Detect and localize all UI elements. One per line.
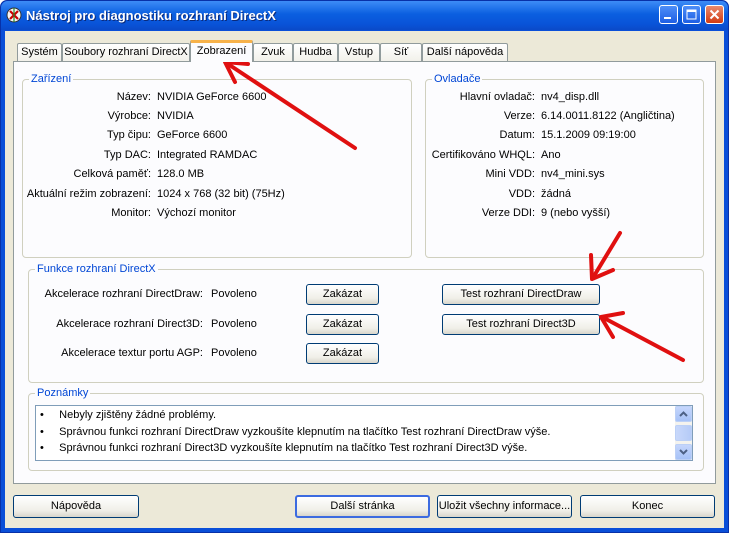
driver-version-label: Verze: bbox=[503, 110, 535, 122]
next-page-button[interactable]: Další stránka bbox=[295, 495, 430, 518]
disable-direct3d-button[interactable]: Zakázat bbox=[306, 314, 379, 335]
main-driver-label: Hlavní ovladač: bbox=[459, 91, 535, 103]
dxdiag-window: Nástroj pro diagnostiku rozhraní DirectX… bbox=[0, 0, 729, 533]
driver-row-mini-vdd: Mini VDD: nv4_mini.sys bbox=[426, 168, 703, 184]
tab-input[interactable]: Vstup bbox=[338, 43, 380, 61]
device-group: Zařízení Název: NVIDIA GeForce 6600 Výro… bbox=[22, 73, 412, 258]
note-text: Správnou funkci rozhraní DirectDraw vyzk… bbox=[59, 426, 551, 438]
driver-row-ddi: Verze DDI: 9 (nebo vyšší) bbox=[426, 207, 703, 223]
note-item: • Nebyly zjištěny žádné problémy. bbox=[40, 409, 217, 421]
manufacturer-label: Výrobce: bbox=[107, 110, 151, 122]
device-name-label: Název: bbox=[116, 91, 151, 103]
device-row-monitor: Monitor: Výchozí monitor bbox=[23, 207, 411, 223]
note-item: • Správnou funkci rozhraní Direct3D vyzk… bbox=[40, 442, 528, 454]
scroll-thumb[interactable] bbox=[675, 425, 692, 441]
display-mode-value: 1024 x 768 (32 bit) (75Hz) bbox=[157, 188, 285, 200]
disable-directdraw-button[interactable]: Zakázat bbox=[306, 284, 379, 305]
chevron-down-icon bbox=[679, 449, 688, 455]
monitor-label: Monitor: bbox=[111, 207, 151, 219]
chip-type-value: GeForce 6600 bbox=[157, 129, 228, 141]
vdd-value: žádná bbox=[541, 188, 571, 200]
tab-display[interactable]: Zobrazení bbox=[190, 40, 253, 62]
tab-system[interactable]: Systém bbox=[17, 43, 62, 61]
tab-network[interactable]: Síť bbox=[380, 43, 422, 61]
directdraw-accel-label: Akcelerace rozhraní DirectDraw: bbox=[44, 288, 203, 300]
minimize-button[interactable] bbox=[659, 5, 678, 24]
main-driver-value: nv4_disp.dll bbox=[541, 91, 600, 103]
monitor-value: Výchozí monitor bbox=[157, 207, 236, 219]
manufacturer-value: NVIDIA bbox=[157, 110, 194, 122]
test-directdraw-button[interactable]: Test rozhraní DirectDraw bbox=[442, 284, 600, 305]
display-mode-label: Aktuální režim zobrazení: bbox=[26, 188, 151, 200]
disable-agp-texture-button[interactable]: Zakázat bbox=[306, 343, 379, 364]
whql-label: Certifikováno WHQL: bbox=[431, 149, 535, 161]
tab-more-help[interactable]: Další nápověda bbox=[422, 43, 508, 61]
device-name-value: NVIDIA GeForce 6600 bbox=[157, 91, 267, 103]
drivers-group: Ovladače Hlavní ovladač: nv4_disp.dll Ve… bbox=[425, 73, 704, 258]
device-row-chip-type: Typ čipu: GeForce 6600 bbox=[23, 129, 411, 145]
dac-type-label: Typ DAC: bbox=[103, 149, 151, 161]
device-row-dac-type: Typ DAC: Integrated RAMDAC bbox=[23, 149, 411, 165]
save-all-information-button[interactable]: Uložit všechny informace... bbox=[437, 495, 572, 518]
direct3d-accel-value: Povoleno bbox=[211, 318, 257, 330]
close-icon bbox=[709, 9, 720, 20]
directx-features-group: Funkce rozhraní DirectX Akcelerace rozhr… bbox=[28, 263, 704, 383]
directdraw-accel-value: Povoleno bbox=[211, 288, 257, 300]
whql-value: Ano bbox=[541, 149, 561, 161]
driver-version-value: 6.14.0011.8122 (Angličtina) bbox=[541, 110, 675, 122]
note-text: Nebyly zjištěny žádné problémy. bbox=[59, 409, 217, 421]
maximize-icon bbox=[686, 9, 697, 20]
help-button[interactable]: Nápověda bbox=[13, 495, 139, 518]
driver-row-whql: Certifikováno WHQL: Ano bbox=[426, 149, 703, 165]
vdd-label: VDD: bbox=[508, 188, 535, 200]
notes-group: Poznámky • Nebyly zjištěny žádné problém… bbox=[28, 387, 704, 471]
device-row-manufacturer: Výrobce: NVIDIA bbox=[23, 110, 411, 126]
notes-list[interactable]: • Nebyly zjištěny žádné problémy. • Sprá… bbox=[35, 405, 693, 461]
tab-sound[interactable]: Zvuk bbox=[253, 43, 293, 61]
mini-vdd-value: nv4_mini.sys bbox=[541, 168, 605, 180]
driver-row-vdd: VDD: žádná bbox=[426, 188, 703, 204]
driver-date-label: Datum: bbox=[499, 129, 535, 141]
notes-group-title: Poznámky bbox=[35, 387, 91, 399]
device-group-title: Zařízení bbox=[29, 73, 74, 85]
driver-row-version: Verze: 6.14.0011.8122 (Angličtina) bbox=[426, 110, 703, 126]
driver-row-date: Datum: 15.1.2009 09:19:00 bbox=[426, 129, 703, 145]
tab-directx-files[interactable]: Soubory rozhraní DirectX bbox=[62, 43, 190, 61]
device-row-name: Název: NVIDIA GeForce 6600 bbox=[23, 91, 411, 107]
features-group-title: Funkce rozhraní DirectX bbox=[35, 263, 158, 275]
ddi-version-label: Verze DDI: bbox=[481, 207, 535, 219]
window-client-area: Systém Soubory rozhraní DirectX Zobrazen… bbox=[5, 31, 724, 528]
exit-button[interactable]: Konec bbox=[580, 495, 715, 518]
memory-label: Celková paměť: bbox=[73, 168, 152, 180]
title-bar[interactable]: Nástroj pro diagnostiku rozhraní DirectX bbox=[1, 1, 728, 30]
minimize-icon bbox=[664, 17, 671, 19]
dxdiag-app-icon bbox=[6, 7, 22, 23]
display-tab-panel: Zařízení Název: NVIDIA GeForce 6600 Výro… bbox=[13, 61, 716, 484]
agp-texture-accel-value: Povoleno bbox=[211, 347, 257, 359]
note-text: Správnou funkci rozhraní Direct3D vyzkou… bbox=[59, 442, 528, 454]
chip-type-label: Typ čipu: bbox=[106, 129, 151, 141]
note-item: • Správnou funkci rozhraní DirectDraw vy… bbox=[40, 426, 551, 438]
chevron-up-icon bbox=[679, 411, 688, 417]
device-row-memory: Celková paměť: 128.0 MB bbox=[23, 168, 411, 184]
dac-type-value: Integrated RAMDAC bbox=[157, 149, 258, 161]
driver-date-value: 15.1.2009 09:19:00 bbox=[541, 129, 636, 141]
scroll-down-button[interactable] bbox=[675, 444, 692, 460]
window-title: Nástroj pro diagnostiku rozhraní DirectX bbox=[26, 8, 276, 23]
close-button[interactable] bbox=[705, 5, 724, 24]
maximize-button[interactable] bbox=[682, 5, 701, 24]
notes-scrollbar[interactable] bbox=[675, 406, 692, 460]
direct3d-accel-label: Akcelerace rozhraní Direct3D: bbox=[56, 318, 203, 330]
ddi-version-value: 9 (nebo vyšší) bbox=[541, 207, 611, 219]
device-row-display-mode: Aktuální režim zobrazení: 1024 x 768 (32… bbox=[23, 188, 411, 204]
memory-value: 128.0 MB bbox=[157, 168, 205, 180]
scroll-up-button[interactable] bbox=[675, 406, 692, 422]
agp-texture-accel-label: Akcelerace textur portu AGP: bbox=[61, 347, 203, 359]
tab-music[interactable]: Hudba bbox=[293, 43, 338, 61]
drivers-group-title: Ovladače bbox=[432, 73, 483, 85]
test-direct3d-button[interactable]: Test rozhraní Direct3D bbox=[442, 314, 600, 335]
mini-vdd-label: Mini VDD: bbox=[485, 168, 535, 180]
driver-row-main: Hlavní ovladač: nv4_disp.dll bbox=[426, 91, 703, 107]
